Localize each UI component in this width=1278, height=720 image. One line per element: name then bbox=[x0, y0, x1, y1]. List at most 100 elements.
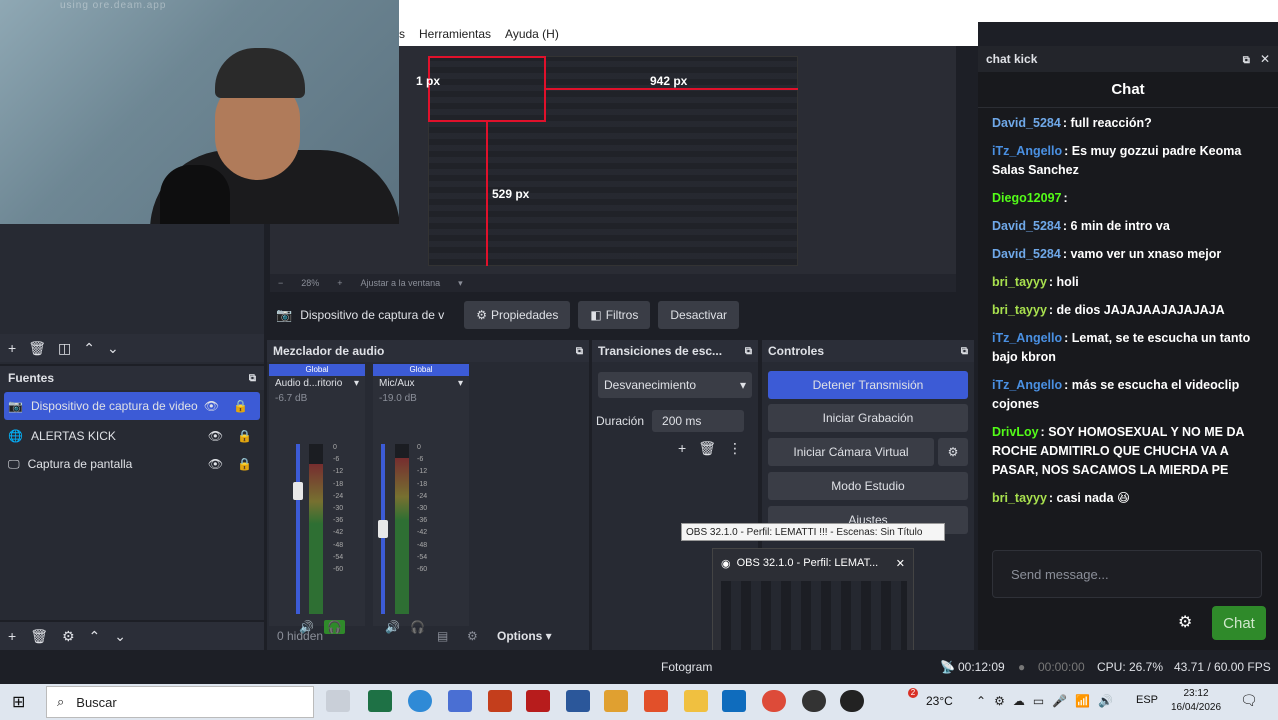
zoom-fit-select[interactable]: Ajustar a la ventana bbox=[361, 278, 441, 288]
undock-icon[interactable]: ⧉ bbox=[576, 346, 583, 357]
notifications-icon[interactable]: 🗨 bbox=[1240, 692, 1258, 709]
weather-temp[interactable]: 23°C bbox=[926, 694, 953, 708]
trash-icon[interactable]: 🗑 bbox=[698, 440, 716, 457]
volume-fader-knob[interactable] bbox=[378, 520, 388, 538]
eye-icon[interactable]: 👁 bbox=[208, 429, 223, 443]
chat-username[interactable]: David_5284 bbox=[992, 116, 1061, 130]
move-down-icon[interactable]: ⌄ bbox=[107, 340, 119, 357]
move-up-icon[interactable]: ⌃ bbox=[83, 340, 95, 357]
obs-taskbar-icon[interactable] bbox=[802, 690, 826, 712]
undock-icon[interactable]: ⧉ bbox=[745, 346, 752, 357]
menu-item-ayuda[interactable]: Ayuda (H) bbox=[505, 27, 559, 41]
chat-username[interactable]: bri_tayyy bbox=[992, 491, 1047, 505]
channel-global-badge: Global bbox=[269, 364, 365, 376]
chevron-down-icon[interactable]: ▾ bbox=[458, 378, 463, 389]
gear-icon[interactable]: ⚙ bbox=[1178, 612, 1192, 632]
virtual-camera-button[interactable]: Iniciar Cámara Virtual bbox=[768, 438, 934, 466]
source-item-capture-device[interactable]: 📷 Dispositivo de captura de video 👁 🔒 bbox=[4, 392, 260, 420]
task-view-icon[interactable] bbox=[326, 690, 350, 712]
start-recording-button[interactable]: Iniciar Grabación bbox=[768, 404, 968, 432]
chrome-icon[interactable] bbox=[762, 690, 786, 712]
add-transition-icon[interactable]: + bbox=[678, 440, 686, 457]
duration-input[interactable]: 200 ms bbox=[652, 410, 745, 432]
studio-mode-button[interactable]: Modo Estudio bbox=[768, 472, 968, 500]
chat-username[interactable]: bri_tayyy bbox=[992, 275, 1047, 289]
chat-username[interactable]: bri_tayyy bbox=[992, 303, 1047, 317]
powerpoint-icon[interactable] bbox=[488, 690, 512, 712]
guide-label-bottom: 529 px bbox=[492, 187, 530, 201]
add-source-icon[interactable]: + bbox=[8, 628, 16, 644]
mic-icon[interactable]: 🎤 bbox=[1052, 694, 1067, 708]
move-down-icon[interactable]: ⌄ bbox=[114, 628, 126, 645]
controls-title: Controles bbox=[768, 344, 825, 358]
properties-button[interactable]: ⚙ Propiedades bbox=[464, 301, 571, 329]
source-item-alertas-kick[interactable]: 🌐 ALERTAS KICK 👁 🔒 bbox=[0, 422, 264, 450]
eye-icon[interactable]: 👁 bbox=[204, 399, 219, 413]
word-icon[interactable] bbox=[566, 690, 590, 712]
deactivate-button[interactable]: Desactivar bbox=[658, 301, 740, 329]
source-item-screen-capture[interactable]: 🖵 Captura de pantalla 👁 🔒 bbox=[0, 450, 264, 478]
move-up-icon[interactable]: ⌃ bbox=[89, 628, 101, 645]
chat-username[interactable]: iTz_Angello bbox=[992, 378, 1062, 392]
lock-icon[interactable]: 🔒 bbox=[233, 399, 248, 413]
volume-fader-knob[interactable] bbox=[293, 482, 303, 500]
stop-stream-button[interactable]: Detener Transmisión bbox=[768, 371, 968, 399]
media-player-icon[interactable] bbox=[604, 690, 628, 712]
acrobat-icon[interactable] bbox=[526, 690, 550, 712]
selected-source-bounding-box[interactable] bbox=[428, 56, 546, 122]
close-icon[interactable]: ✕ bbox=[1260, 52, 1270, 66]
chevron-down-icon[interactable]: ▾ bbox=[458, 278, 463, 289]
chat-send-button[interactable]: Chat bbox=[1212, 606, 1266, 640]
eye-icon[interactable]: 👁 bbox=[208, 457, 223, 471]
windows-start-icon[interactable]: ⊞ bbox=[12, 692, 25, 712]
volume-icon[interactable]: 🔊 bbox=[1098, 694, 1113, 708]
mixer-channel-desktop: Global Audio d...ritorio ▾ -6.7 dB 0 -6 -12… bbox=[269, 364, 365, 634]
filter-icon[interactable]: ◫ bbox=[58, 340, 71, 357]
excel-icon[interactable] bbox=[368, 690, 392, 712]
language-indicator[interactable]: ESP bbox=[1136, 694, 1158, 706]
add-scene-icon[interactable]: + bbox=[8, 340, 16, 356]
undock-icon[interactable]: ⧉ bbox=[1243, 55, 1250, 66]
filters-button[interactable]: ◧ Filtros bbox=[578, 301, 651, 329]
chat-username[interactable]: Diego12097 bbox=[992, 191, 1061, 205]
layout-icon[interactable]: ▤ bbox=[437, 629, 467, 643]
close-icon[interactable]: ✕ bbox=[896, 557, 905, 570]
chevron-down-icon[interactable]: ▾ bbox=[354, 378, 359, 389]
chat-username[interactable]: David_5284 bbox=[992, 219, 1061, 233]
trash-icon[interactable]: 🗑 bbox=[28, 340, 46, 357]
advanced-icon[interactable]: ⚙ bbox=[467, 629, 497, 643]
taskbar-search[interactable]: ⌕ Buscar bbox=[46, 686, 314, 718]
undock-icon[interactable]: ⧉ bbox=[249, 373, 256, 384]
transition-select[interactable]: Desvanecimiento ▾ bbox=[598, 372, 752, 398]
obs-second-icon[interactable] bbox=[840, 690, 864, 712]
wifi-icon[interactable]: 📶 bbox=[1075, 694, 1090, 708]
chat-username[interactable]: iTz_Angello bbox=[992, 144, 1062, 158]
file-explorer-icon[interactable] bbox=[684, 690, 708, 712]
menu-item-s[interactable]: s bbox=[399, 27, 405, 41]
outlook-icon[interactable] bbox=[722, 690, 746, 712]
undock-icon[interactable]: ⧉ bbox=[961, 346, 968, 357]
store-icon[interactable] bbox=[448, 690, 472, 712]
clock[interactable]: 23:12 16/04/2026 bbox=[1168, 687, 1224, 715]
chat-username[interactable]: iTz_Angello bbox=[992, 331, 1062, 345]
lock-icon[interactable]: 🔒 bbox=[237, 429, 252, 443]
battery-icon[interactable]: ▭ bbox=[1033, 694, 1044, 708]
chevron-up-icon[interactable]: ⌃ bbox=[976, 694, 986, 708]
edge-icon[interactable] bbox=[408, 690, 432, 712]
lock-icon[interactable]: 🔒 bbox=[237, 457, 252, 471]
tray-icon[interactable]: ⚙ bbox=[994, 694, 1005, 708]
virtual-camera-settings-button[interactable]: ⚙ bbox=[938, 438, 968, 466]
trash-icon[interactable]: 🗑 bbox=[30, 628, 48, 645]
gear-icon[interactable]: ⚙ bbox=[62, 628, 75, 645]
more-icon[interactable]: ⋮ bbox=[728, 440, 742, 457]
zoom-out-button[interactable]: − bbox=[278, 278, 283, 288]
chat-username[interactable]: DrivLoy bbox=[992, 425, 1039, 439]
brave-icon[interactable] bbox=[644, 690, 668, 712]
chat-username[interactable]: David_5284 bbox=[992, 247, 1061, 261]
volume-fader-track[interactable] bbox=[296, 444, 300, 614]
menu-item-herramientas[interactable]: Herramientas bbox=[419, 27, 491, 41]
options-button[interactable]: Options ▾ bbox=[497, 629, 552, 643]
zoom-in-button[interactable]: + bbox=[337, 278, 342, 288]
chat-message-input[interactable]: Send message... bbox=[992, 550, 1262, 598]
cloud-icon[interactable]: ☁ bbox=[1013, 694, 1025, 708]
